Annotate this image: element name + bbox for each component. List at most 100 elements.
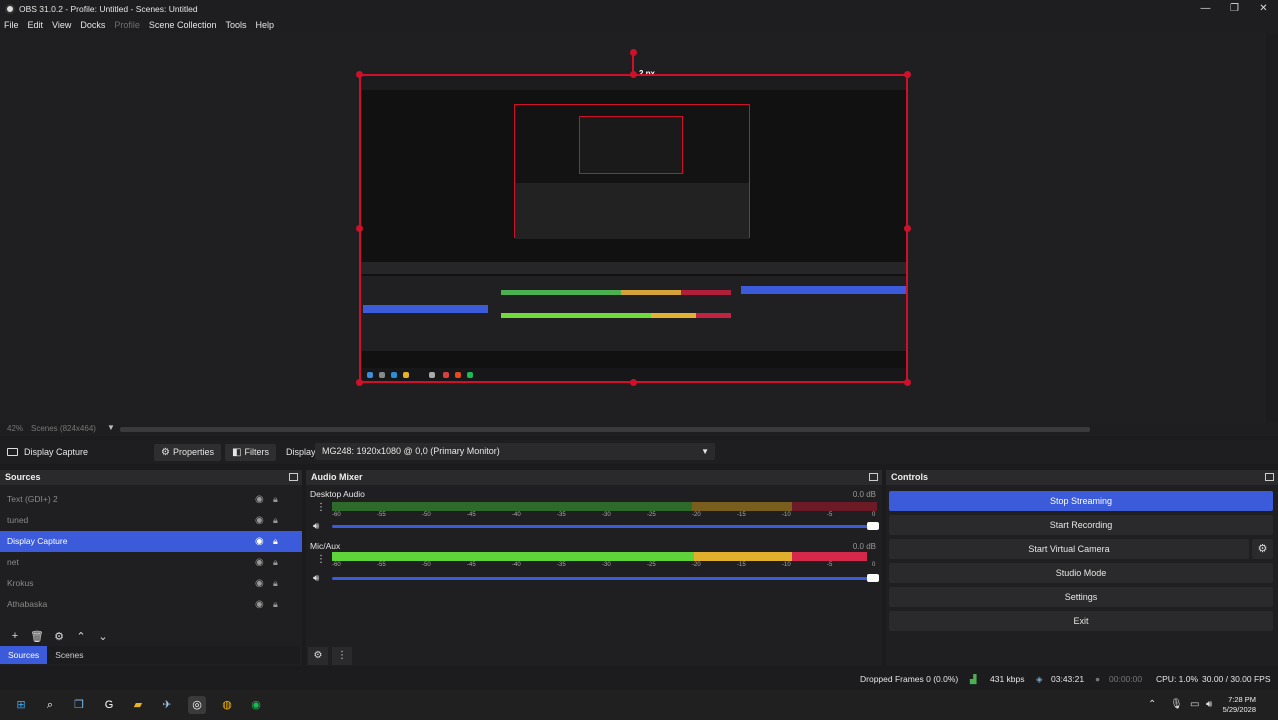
preview-horizontal-scrollbar[interactable] [120, 427, 1090, 432]
source-item[interactable]: tuned ◉ 🔒︎ [0, 510, 302, 531]
meter-tick-label: -60 [332, 562, 341, 568]
rotation-handle[interactable] [630, 49, 637, 56]
menu-edit[interactable]: Edit [28, 20, 44, 30]
chrome-icon[interactable]: ◍ [218, 696, 236, 714]
resize-handle-bottom[interactable] [630, 379, 637, 386]
maximize-icon[interactable]: ❐ [1220, 0, 1249, 17]
tab-scenes[interactable]: Scenes [47, 646, 91, 664]
record-time: 00:00:00 [1109, 674, 1143, 684]
microphone-icon[interactable]: 🎙︎ [1170, 699, 1183, 710]
settings-button[interactable]: Settings [889, 587, 1273, 607]
source-label: Display Capture [7, 536, 68, 546]
add-source-icon[interactable]: + [4, 630, 26, 642]
menu-view[interactable]: View [52, 20, 71, 30]
source-item[interactable]: Text (GDI+) 2 ◉ 🔒︎ [0, 489, 302, 510]
status-bar: Dropped Frames 0 (0.0%) ▟ 431 kbps ◈ 03:… [0, 670, 1278, 688]
start-recording-button[interactable]: Start Recording [889, 515, 1273, 535]
source-item[interactable]: Krokus ◉ 🔒︎ [0, 573, 302, 594]
volume-slider[interactable] [332, 574, 879, 582]
filters-button[interactable]: ◧ Filters [225, 443, 276, 461]
meter-tick-label: -45 [467, 512, 476, 518]
eye-icon[interactable]: ◉ [255, 573, 264, 594]
menu-tools[interactable]: Tools [225, 20, 246, 30]
channel-db: 0.0 dB [852, 490, 876, 499]
resize-handle-bottom-right[interactable] [904, 379, 911, 386]
lock-icon[interactable]: 🔒︎ [273, 531, 278, 552]
file-explorer-icon[interactable]: ▰ [129, 696, 147, 714]
menu-scene-collection[interactable]: Scene Collection [149, 20, 217, 30]
spotify-icon[interactable]: ◉ [247, 696, 265, 714]
menu-profile[interactable]: Profile [114, 20, 140, 30]
resize-handle-right[interactable] [904, 225, 911, 232]
stop-streaming-button[interactable]: Stop Streaming [889, 491, 1273, 511]
eye-icon[interactable]: ◉ [255, 594, 264, 615]
lock-icon[interactable]: 🔒︎ [273, 552, 278, 573]
undock-icon[interactable] [869, 473, 878, 481]
source-item[interactable]: Athabaska ◉ 🔒︎ [0, 594, 302, 615]
minimize-icon[interactable]: — [1191, 0, 1220, 17]
lock-icon[interactable]: 🔒︎ [273, 594, 278, 615]
network-icon[interactable]: ▭ [1190, 699, 1199, 710]
selected-source-bounds[interactable] [359, 74, 908, 383]
lock-icon[interactable]: 🔒︎ [273, 489, 278, 510]
eye-icon[interactable]: ◉ [255, 552, 264, 573]
menu-docks[interactable]: Docks [80, 20, 105, 30]
channel-menu-icon[interactable]: ⋮ [316, 502, 326, 513]
tab-sources[interactable]: Sources [0, 646, 48, 664]
tray-chevron-icon[interactable]: ⌃ [1148, 699, 1156, 710]
selected-source-name: Display Capture [24, 447, 89, 457]
resize-handle-top-left[interactable] [356, 71, 363, 78]
move-down-icon[interactable]: ⌄ [92, 630, 114, 643]
app-g-icon[interactable]: G [100, 696, 118, 714]
volume-slider-knob[interactable] [867, 574, 879, 582]
start-virtual-camera-button[interactable]: Start Virtual Camera [889, 539, 1249, 559]
volume-slider-knob[interactable] [867, 522, 879, 530]
exit-button[interactable]: Exit [889, 611, 1273, 631]
meter-tick-label: -35 [557, 512, 566, 518]
remove-source-icon[interactable]: 🗑︎ [26, 630, 48, 643]
preview-status-bar: 42% Scenes (824x464) ▼ [0, 423, 1278, 436]
studio-mode-button[interactable]: Studio Mode [889, 563, 1273, 583]
undock-icon[interactable] [289, 473, 298, 481]
channel-menu-icon[interactable]: ⋮ [316, 554, 326, 565]
source-item-selected[interactable]: Display Capture ◉ 🔒︎ [0, 531, 302, 552]
close-icon[interactable]: ✕ [1249, 0, 1278, 17]
obs-taskbar-icon[interactable]: ◎ [188, 696, 206, 714]
source-item[interactable]: net ◉ 🔒︎ [0, 552, 302, 573]
display-select[interactable]: MG248: 1920x1080 @ 0,0 (Primary Monitor)… [315, 443, 715, 460]
lock-icon[interactable]: 🔒︎ [273, 573, 278, 594]
resize-handle-bottom-left[interactable] [356, 379, 363, 386]
meter-red-segment [792, 502, 877, 511]
volume-icon[interactable]: 🔊︎ [1206, 699, 1212, 710]
move-up-icon[interactable]: ⌃ [70, 630, 92, 643]
eye-icon[interactable]: ◉ [255, 510, 264, 531]
gear-icon: ⚙ [161, 446, 170, 458]
steam-icon[interactable]: ✈ [158, 696, 176, 714]
search-icon[interactable]: ⌕ [41, 696, 59, 714]
task-view-icon[interactable]: ❐ [70, 696, 88, 714]
menu-help[interactable]: Help [255, 20, 274, 30]
resize-handle-top[interactable] [630, 71, 637, 78]
scale-dropdown-icon[interactable]: ▼ [107, 423, 115, 432]
speaker-icon[interactable]: 🔊︎ [313, 521, 319, 532]
virtual-camera-gear-icon[interactable]: ⚙ [1252, 539, 1273, 559]
windows-start-icon[interactable]: ⊞ [12, 696, 30, 714]
advanced-audio-gear-icon[interactable]: ⚙ [308, 647, 328, 665]
preview-vertical-scrollbar[interactable] [1266, 33, 1278, 433]
resize-handle-top-right[interactable] [904, 71, 911, 78]
undock-icon[interactable] [1265, 473, 1274, 481]
properties-button[interactable]: ⚙ Properties [154, 443, 221, 461]
resize-handle-left[interactable] [356, 225, 363, 232]
meter-tick-label: 0 [872, 562, 876, 568]
eye-icon[interactable]: ◉ [255, 489, 264, 510]
taskbar-clock[interactable]: 7:28 PM 5/29/2028 [1223, 695, 1256, 715]
volume-slider[interactable] [332, 522, 879, 530]
lock-icon[interactable]: 🔒︎ [273, 510, 278, 531]
speaker-icon[interactable]: 🔊︎ [313, 573, 319, 584]
mixer-menu-icon[interactable]: ⋮ [332, 647, 352, 665]
eye-icon[interactable]: ◉ [255, 531, 264, 552]
meter-tick-label: -25 [647, 562, 656, 568]
source-properties-gear-icon[interactable]: ⚙ [48, 630, 70, 643]
meter-tick-label: -20 [692, 512, 701, 518]
menu-file[interactable]: File [4, 20, 19, 30]
